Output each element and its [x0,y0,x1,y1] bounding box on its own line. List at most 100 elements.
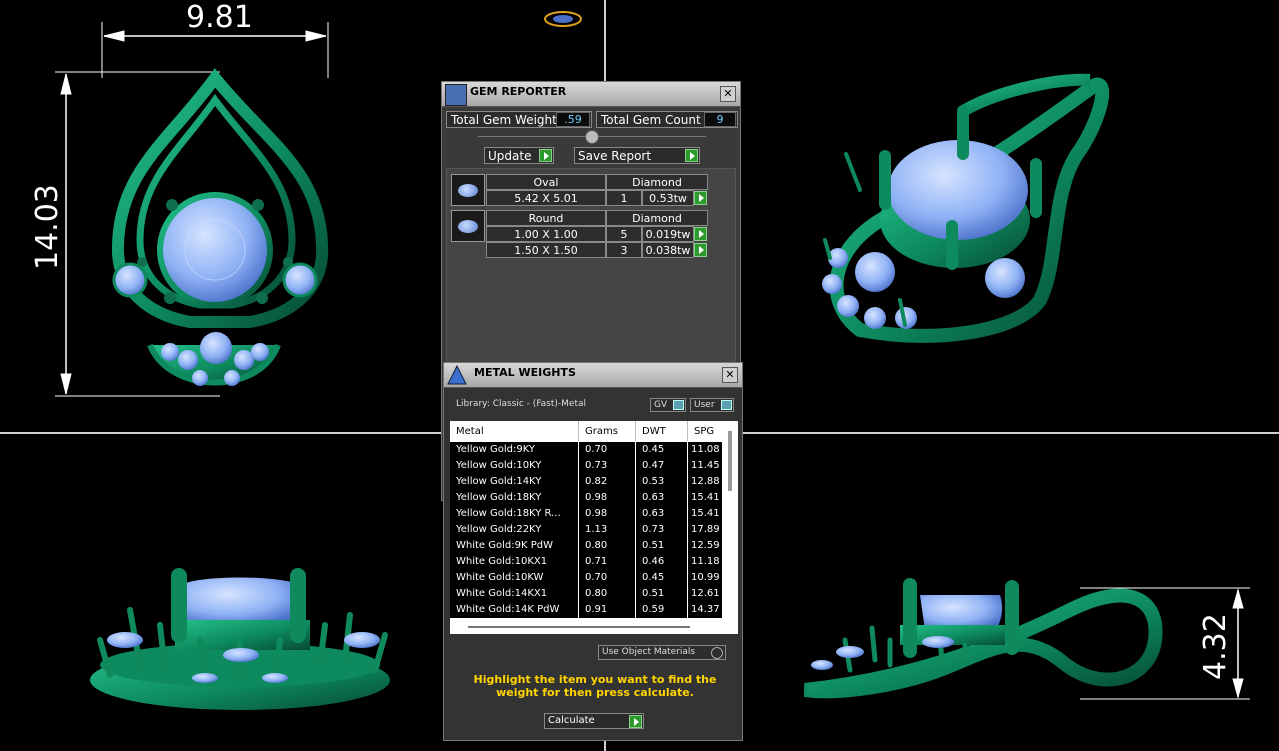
calculate-button-label: Calculate [548,715,595,726]
dwt-cell: 0.73 [642,524,665,535]
save-report-button-label: Save Report [578,149,652,163]
panel-slider-handle[interactable] [585,130,599,144]
dwt-cell: 0.45 [642,572,665,583]
spg-cell: 10.99 [691,572,720,583]
gem-row-go-icon[interactable] [694,191,707,205]
gem-count-cell[interactable]: 3 [606,242,642,258]
toggle-indicator-icon [721,400,732,410]
pendant-perspective-view[interactable] [822,73,1110,343]
table-row[interactable]: Yellow Gold:10KY 0.73 0.47 11.45 [450,458,722,474]
grams-cell: 0.73 [585,460,608,471]
close-icon[interactable]: ✕ [720,86,736,102]
table-row[interactable]: White Gold:10KW 0.70 0.45 10.99 [450,570,722,586]
table-row[interactable]: White Gold:10KX1 0.71 0.46 11.18 [450,554,722,570]
table-row[interactable]: White Gold:9K PdW 0.80 0.51 12.59 [450,538,722,554]
metal-name-cell: Yellow Gold:18KY R... [456,508,561,519]
dwt-cell: 0.53 [642,476,665,487]
gem-row-go-icon[interactable] [694,243,707,257]
metal-weights-table[interactable]: Metal Grams DWT SPG Yellow Gold:9KY 0.70 0… [450,421,738,634]
column-header-spg[interactable]: SPG [694,426,714,437]
total-gem-weight-value: .59 [556,112,590,127]
gv-toggle[interactable]: GV [650,398,686,412]
spg-cell: 17.89 [691,524,720,535]
table-row[interactable]: Yellow Gold:9KY 0.70 0.45 11.08 [450,442,722,458]
metal-name-cell: White Gold:10KW [456,572,544,583]
dimension-height-label: 14.03 [30,184,65,270]
gem-row-go-icon[interactable] [694,227,707,241]
dwt-cell: 0.63 [642,492,665,503]
table-row[interactable]: Yellow Gold:18KY 0.98 0.63 15.41 [450,490,722,506]
spg-cell: 15.41 [691,492,720,503]
grams-cell: 0.71 [585,556,608,567]
table-header: Metal Grams DWT SPG [450,421,726,441]
table-row[interactable]: Yellow Gold:18KY R... 0.98 0.63 15.41 [450,506,722,522]
gem-reporter-app-icon [445,84,467,106]
grams-cell: 1.13 [585,524,608,535]
metal-weights-titlebar[interactable]: METAL WEIGHTS ✕ [444,363,742,388]
metal-name-cell: Yellow Gold:22KY [456,524,542,535]
gem-count-cell[interactable]: 1 [606,190,642,206]
pendant-side-view[interactable] [804,578,1163,699]
total-gem-weight-label: Total Gem Weight [451,113,557,127]
gem-type-cell[interactable]: Diamond [606,174,708,190]
grams-cell: 0.98 [585,492,608,503]
gem-size-cell[interactable]: 1.50 X 1.50 [486,242,606,258]
dimension-width-label: 9.81 [186,0,253,35]
gem-size-cell[interactable]: 5.42 X 5.01 [486,190,606,206]
metal-weights-title: METAL WEIGHTS [474,366,576,379]
update-button-label: Update [488,149,532,163]
table-row[interactable]: Yellow Gold:14KY 0.82 0.53 12.88 [450,474,722,490]
gem-weight-cell[interactable]: 0.53tw [642,190,694,206]
save-report-button[interactable]: Save Report [574,147,700,164]
gem-count-cell[interactable]: 5 [606,226,642,242]
play-icon [629,715,642,728]
use-object-materials-toggle[interactable]: Use Object Materials [598,645,726,660]
metal-name-cell: White Gold:14K PdW [456,604,560,615]
horizontal-scrollbar[interactable] [468,626,690,628]
gem-shape-cell[interactable]: Round [486,210,606,226]
play-icon [685,149,698,162]
gem-weight-cell[interactable]: 0.019tw [642,226,694,242]
use-object-materials-label: Use Object Materials [602,647,696,657]
metal-name-cell: Yellow Gold:10KY [456,460,542,471]
table-row[interactable]: White Gold:14KX1 0.80 0.51 12.61 [450,586,722,602]
close-icon[interactable]: ✕ [722,367,738,383]
dwt-cell: 0.45 [642,444,665,455]
column-header-dwt[interactable]: DWT [642,426,666,437]
radio-icon [711,647,723,659]
view-gizmo-icon[interactable] [544,11,582,27]
gem-weight-cell[interactable]: 0.038tw [642,242,694,258]
gem-shape-cell[interactable]: Oval [486,174,606,190]
library-label: Library: Classic - (Fast)-Metal [456,399,587,409]
metal-name-cell: Yellow Gold:14KY [456,476,542,487]
metal-scale-icon [446,364,468,386]
dwt-cell: 0.59 [642,604,665,615]
spg-cell: 14.37 [691,604,720,615]
dwt-cell: 0.51 [642,588,665,599]
spg-cell: 12.88 [691,476,720,487]
column-header-metal[interactable]: Metal [456,426,484,437]
grams-cell: 0.80 [585,588,608,599]
calculate-button[interactable]: Calculate [544,713,644,729]
pendant-elevation-view[interactable] [90,568,390,710]
user-toggle[interactable]: User [690,398,734,412]
spg-cell: 11.08 [691,444,720,455]
metal-name-cell: Yellow Gold:18KY [456,492,542,503]
table-row[interactable]: Yellow Gold:22KY 1.13 0.73 17.89 [450,522,722,538]
pendant-front-view[interactable] [111,68,329,386]
spg-cell: 12.61 [691,588,720,599]
gem-type-cell[interactable]: Diamond [606,210,708,226]
metal-name-cell: White Gold:14KX1 [456,588,548,599]
metal-name-cell: White Gold:9K PdW [456,540,553,551]
gem-reporter-titlebar[interactable]: GEM REPORTER ✕ [442,82,740,107]
column-header-grams[interactable]: Grams [585,426,618,437]
grams-cell: 0.82 [585,476,608,487]
vertical-scrollbar[interactable] [728,431,732,491]
dwt-cell: 0.46 [642,556,665,567]
table-row[interactable]: White Gold:14K PdW 0.91 0.59 14.37 [450,602,722,618]
gem-size-cell[interactable]: 1.00 X 1.00 [486,226,606,242]
update-button[interactable]: Update [484,147,554,164]
calculate-hint: Highlight the item you want to find the … [473,673,717,699]
metal-name-cell: White Gold:10KX1 [456,556,548,567]
total-gem-count-value: 9 [704,112,736,127]
